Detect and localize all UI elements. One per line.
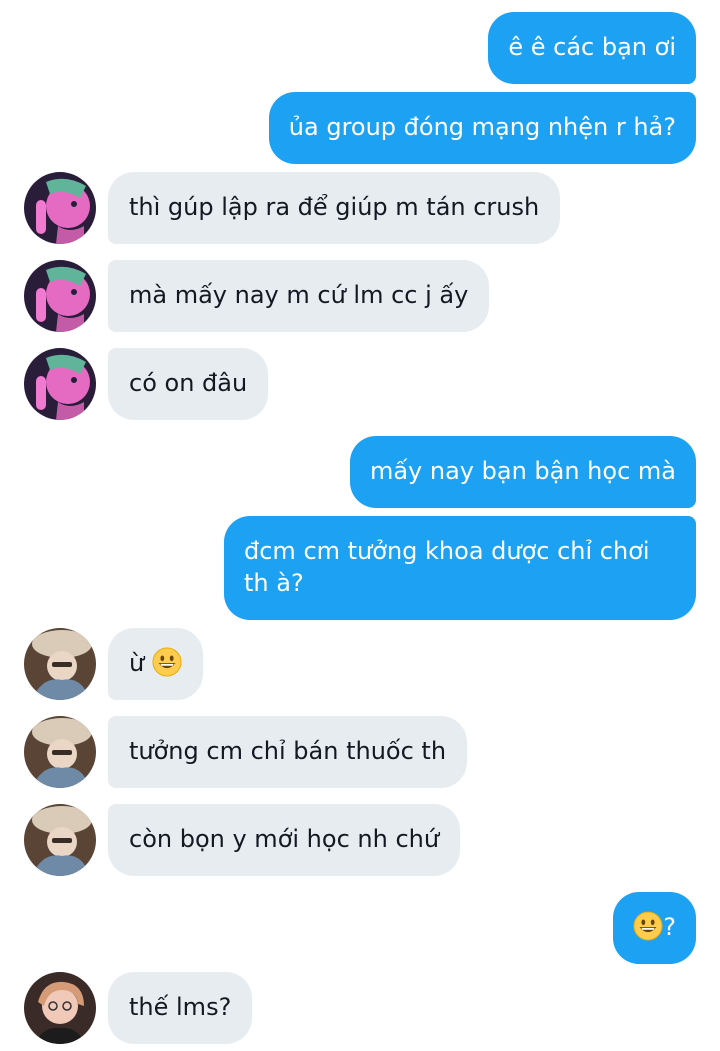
avatar-photo: [24, 716, 96, 788]
message-text: thì gúp lập ra để giúp m tán crush: [129, 193, 540, 221]
message-text: tưởng cm chỉ bán thuốc th: [129, 737, 447, 765]
avatar[interactable]: [24, 972, 96, 1044]
message-text: có on đâu: [129, 369, 248, 397]
avatar-photo: [24, 260, 96, 332]
message-text: ?: [663, 913, 676, 941]
avatar[interactable]: [24, 260, 96, 332]
avatar[interactable]: [24, 804, 96, 876]
avatar-photo: [24, 348, 96, 420]
incoming-message-bubble[interactable]: có on đâu: [108, 348, 269, 420]
message-text: ừ: [129, 649, 145, 677]
message-text: mấy nay bạn bận học mà: [369, 457, 676, 485]
avatar-photo: [24, 172, 96, 244]
outgoing-message-bubble[interactable]: mấy nay bạn bận học mà: [349, 436, 696, 508]
grinning-face-icon: [152, 647, 182, 677]
avatar[interactable]: [24, 172, 96, 244]
avatar-photo: [24, 628, 96, 700]
message-text: đcm cm tưởng khoa dược chỉ chơi th à?: [244, 537, 650, 597]
outgoing-message-bubble[interactable]: ê ê các bạn ơi: [488, 12, 696, 84]
incoming-message-bubble[interactable]: còn bọn y mới học nh chứ: [108, 804, 461, 876]
incoming-message-bubble[interactable]: mà mấy nay m cứ lm cc j ấy: [108, 260, 490, 332]
avatar[interactable]: [24, 716, 96, 788]
incoming-message-bubble[interactable]: thế lms?: [108, 972, 253, 1044]
message-text: thế lms?: [129, 993, 232, 1021]
outgoing-message-bubble[interactable]: ?: [613, 892, 696, 964]
incoming-message-bubble[interactable]: ừ: [108, 628, 203, 700]
outgoing-message-bubble[interactable]: ủa group đóng mạng nhện r hả?: [268, 92, 696, 164]
message-text: ê ê các bạn ơi: [508, 33, 676, 61]
avatar-photo: [24, 972, 96, 1044]
avatar[interactable]: [24, 628, 96, 700]
message-text: còn bọn y mới học nh chứ: [129, 825, 440, 853]
message-text: mà mấy nay m cứ lm cc j ấy: [129, 281, 469, 309]
outgoing-message-bubble[interactable]: đcm cm tưởng khoa dược chỉ chơi th à?: [224, 516, 696, 620]
message-text: ủa group đóng mạng nhện r hả?: [288, 113, 676, 141]
avatar-photo: [24, 804, 96, 876]
avatar[interactable]: [24, 348, 96, 420]
incoming-message-bubble[interactable]: tưởng cm chỉ bán thuốc th: [108, 716, 468, 788]
incoming-message-bubble[interactable]: thì gúp lập ra để giúp m tán crush: [108, 172, 561, 244]
grinning-face-icon: [633, 911, 663, 941]
